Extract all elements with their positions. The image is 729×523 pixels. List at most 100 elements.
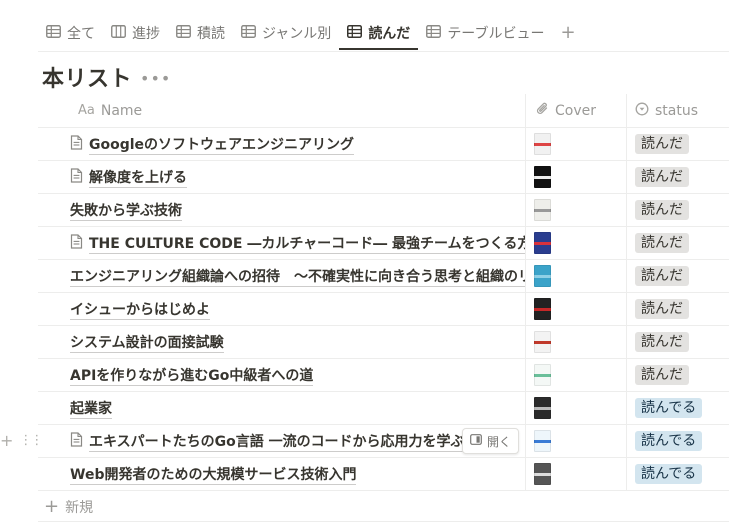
table-row[interactable]: イシューからはじめよ 読んだ bbox=[38, 293, 729, 326]
book-title-link[interactable]: エンジニアリング組織論への招待 ～不確実性に向き合う思考と組織のリ bbox=[70, 266, 525, 287]
table-icon bbox=[241, 24, 256, 42]
cover-cell[interactable] bbox=[525, 128, 626, 160]
drag-handle-icon[interactable]: ⋮⋮ bbox=[19, 433, 43, 448]
cover-cell[interactable] bbox=[525, 161, 626, 193]
cover-thumbnail[interactable] bbox=[534, 265, 551, 287]
tab-by-genre[interactable]: ジャンル別 bbox=[233, 16, 339, 50]
cover-thumbnail[interactable] bbox=[534, 199, 551, 221]
name-cell[interactable]: イシューからはじめよ bbox=[38, 293, 525, 325]
table-row[interactable]: 解像度を上げる 読んだ bbox=[38, 161, 729, 194]
book-title-link[interactable]: 解像度を上げる bbox=[89, 167, 187, 188]
new-row-button[interactable]: + 新規 bbox=[44, 496, 93, 517]
status-cell[interactable]: 読んでる bbox=[626, 458, 729, 490]
more-options-icon[interactable]: ••• bbox=[140, 69, 171, 88]
column-header-status[interactable]: status bbox=[626, 94, 729, 127]
table-row[interactable]: Googleのソフトウェアエンジニアリング 読んだ bbox=[38, 128, 729, 161]
cover-thumbnail[interactable] bbox=[534, 463, 551, 485]
cover-cell[interactable] bbox=[525, 293, 626, 325]
cover-thumbnail[interactable] bbox=[534, 166, 551, 188]
status-cell[interactable]: 読んでる bbox=[626, 425, 729, 457]
divider bbox=[38, 521, 729, 522]
book-title-link[interactable]: Web開発者のための大規模サービス技術入門 bbox=[70, 464, 357, 485]
status-badge: 読んだ bbox=[635, 233, 689, 253]
cover-thumbnail[interactable] bbox=[534, 430, 551, 452]
tab-read[interactable]: 読んだ bbox=[339, 16, 419, 50]
status-cell[interactable]: 読んでる bbox=[626, 392, 729, 424]
cover-cell[interactable] bbox=[525, 227, 626, 259]
name-cell[interactable]: 失敗から学ぶ技術 bbox=[38, 194, 525, 226]
status-badge: 読んだ bbox=[635, 167, 689, 187]
cover-thumbnail[interactable] bbox=[534, 364, 551, 386]
book-title-link[interactable]: Googleのソフトウェアエンジニアリング bbox=[89, 134, 355, 155]
cover-thumbnail[interactable] bbox=[534, 133, 551, 155]
tab-all[interactable]: 全て bbox=[38, 16, 103, 50]
cover-thumbnail[interactable] bbox=[534, 397, 551, 419]
tab-unread[interactable]: 積読 bbox=[168, 16, 233, 50]
name-cell[interactable]: Web開発者のための大規模サービス技術入門 bbox=[38, 458, 525, 490]
column-header-cover[interactable]: Cover bbox=[525, 94, 626, 127]
cover-cell[interactable] bbox=[525, 194, 626, 226]
status-badge: 読んだ bbox=[635, 266, 689, 286]
table-row[interactable]: エキスパートたちのGo言語 一流のコードから応用力を学ぶ 読んでる bbox=[38, 425, 729, 458]
book-title-link[interactable]: 起業家 bbox=[70, 398, 112, 419]
view-tabs: 全て 進捗 積読 ジャンル別 読んだ テーブルビュー + bbox=[38, 16, 729, 50]
name-cell[interactable]: エキスパートたちのGo言語 一流のコードから応用力を学ぶ bbox=[38, 425, 525, 457]
status-badge: 読んだ bbox=[635, 365, 689, 385]
book-title-link[interactable]: APIを作りながら進むGo中級者への道 bbox=[70, 365, 314, 386]
status-cell[interactable]: 読んだ bbox=[626, 161, 729, 193]
cover-cell[interactable] bbox=[525, 392, 626, 424]
column-label: Name bbox=[100, 102, 143, 119]
cover-cell[interactable] bbox=[525, 458, 626, 490]
table-row[interactable]: THE CULTURE CODE ―カルチャーコード― 最強チームをつくる方法 読… bbox=[38, 227, 729, 260]
status-cell[interactable]: 読んだ bbox=[626, 326, 729, 358]
open-page-button[interactable]: 開く bbox=[462, 428, 520, 454]
status-badge: 読んだ bbox=[635, 134, 689, 154]
table-row[interactable]: Web開発者のための大規模サービス技術入門 読んでる bbox=[38, 458, 729, 491]
table-row[interactable]: システム設計の面接試験 読んだ bbox=[38, 326, 729, 359]
table-header: Aa Name Cover status bbox=[38, 94, 729, 128]
table-row[interactable]: 起業家 読んでる bbox=[38, 392, 729, 425]
add-view-button[interactable]: + bbox=[552, 16, 583, 50]
cover-cell[interactable] bbox=[525, 260, 626, 292]
book-title-link[interactable]: システム設計の面接試験 bbox=[70, 332, 224, 353]
add-row-icon[interactable]: + bbox=[0, 431, 13, 450]
cover-cell[interactable] bbox=[525, 359, 626, 391]
status-cell[interactable]: 読んだ bbox=[626, 260, 729, 292]
page-title[interactable]: 本リスト bbox=[42, 61, 132, 93]
status-cell[interactable]: 読んだ bbox=[626, 227, 729, 259]
cover-cell[interactable] bbox=[525, 425, 626, 457]
tab-table-view[interactable]: テーブルビュー bbox=[418, 16, 552, 50]
status-cell[interactable]: 読んだ bbox=[626, 194, 729, 226]
status-badge: 読んでる bbox=[635, 398, 703, 418]
tab-label: 全て bbox=[67, 26, 95, 42]
table-row[interactable]: エンジニアリング組織論への招待 ～不確実性に向き合う思考と組織のリ 読んだ bbox=[38, 260, 729, 293]
tab-progress[interactable]: 進捗 bbox=[103, 16, 168, 50]
name-cell[interactable]: エンジニアリング組織論への招待 ～不確実性に向き合う思考と組織のリ bbox=[38, 260, 525, 292]
column-label: status bbox=[655, 102, 699, 119]
name-cell[interactable]: THE CULTURE CODE ―カルチャーコード― 最強チームをつくる方法 bbox=[38, 227, 525, 259]
name-cell[interactable]: Googleのソフトウェアエンジニアリング bbox=[38, 128, 525, 160]
table-icon bbox=[426, 24, 442, 42]
status-cell[interactable]: 読んだ bbox=[626, 359, 729, 391]
book-title-link[interactable]: THE CULTURE CODE ―カルチャーコード― 最強チームをつくる方法 bbox=[89, 233, 525, 254]
table-row[interactable]: APIを作りながら進むGo中級者への道 読んだ bbox=[38, 359, 729, 392]
book-title-link[interactable]: 失敗から学ぶ技術 bbox=[70, 200, 182, 221]
cover-cell[interactable] bbox=[525, 326, 626, 358]
name-cell[interactable]: APIを作りながら進むGo中級者への道 bbox=[38, 359, 525, 391]
book-title-link[interactable]: イシューからはじめよ bbox=[70, 299, 210, 320]
status-badge: 読んだ bbox=[635, 299, 689, 319]
cover-thumbnail[interactable] bbox=[534, 298, 551, 320]
book-title-link[interactable]: エキスパートたちのGo言語 一流のコードから応用力を学ぶ bbox=[89, 431, 465, 452]
table-body: Googleのソフトウェアエンジニアリング 読んだ 解像度を上げる 読んだ 失敗から学ぶ… bbox=[38, 128, 729, 491]
column-header-name[interactable]: Aa Name bbox=[38, 94, 525, 127]
name-cell[interactable]: 解像度を上げる bbox=[38, 161, 525, 193]
status-cell[interactable]: 読んだ bbox=[626, 293, 729, 325]
page-icon bbox=[70, 233, 83, 253]
cover-thumbnail[interactable] bbox=[534, 232, 551, 254]
status-cell[interactable]: 読んだ bbox=[626, 128, 729, 160]
table-row[interactable]: 失敗から学ぶ技術 読んだ bbox=[38, 194, 729, 227]
new-row-label: 新規 bbox=[65, 499, 94, 516]
name-cell[interactable]: 起業家 bbox=[38, 392, 525, 424]
cover-thumbnail[interactable] bbox=[534, 331, 551, 353]
name-cell[interactable]: システム設計の面接試験 bbox=[38, 326, 525, 358]
